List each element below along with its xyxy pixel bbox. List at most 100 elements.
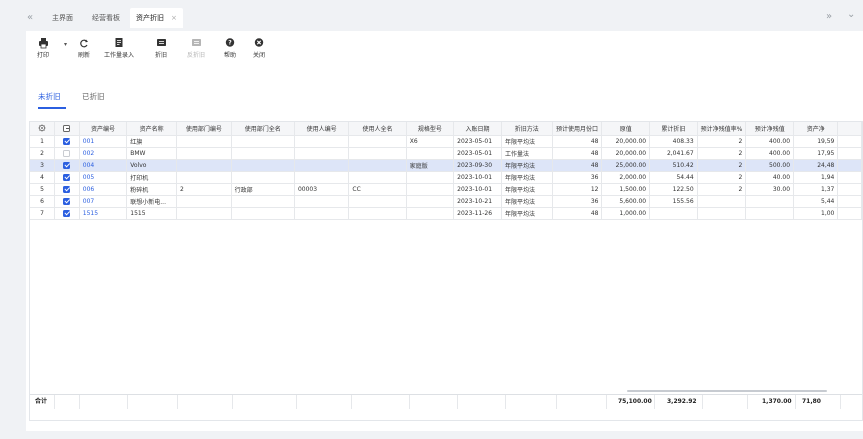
close-tab-icon[interactable]: × [171, 14, 177, 22]
cell-accum-depreciation: 510.42 [649, 159, 698, 172]
row-checkbox[interactable] [63, 161, 71, 169]
col-dept-name[interactable]: 使用部门全名 [231, 122, 295, 136]
cell-method: 年限平均法 [501, 183, 553, 196]
row-checkbox[interactable] [63, 173, 71, 181]
totals-separator [351, 395, 352, 409]
reverse-depreciate-label: 反折旧 [186, 52, 205, 59]
gear-icon[interactable] [38, 124, 46, 132]
cell-row-select[interactable] [54, 195, 80, 208]
select-all-cell[interactable] [54, 122, 80, 136]
cell-entry-date: 2023-10-01 [453, 183, 502, 196]
cell-row-select[interactable] [54, 171, 80, 184]
totals-separator [79, 395, 80, 409]
cell-asset-code[interactable]: 006 [79, 183, 128, 196]
cell-net-value: 1,94 [793, 171, 839, 184]
horizontal-scrollbar[interactable] [30, 389, 862, 393]
cell-dept-name: 行政部 [231, 183, 295, 196]
cell-filler [837, 171, 862, 184]
table-row[interactable]: 6 007 联想小新电... 2023-10-21 年限平均法 36 5,600.00 155… [30, 195, 862, 208]
close-button[interactable]: 关闭 [251, 37, 267, 59]
row-checkbox[interactable] [63, 149, 71, 157]
cell-user-code [294, 159, 350, 172]
cell-residual-rate: 2 [697, 159, 747, 172]
col-asset-code[interactable]: 资产编号 [79, 122, 128, 136]
col-user-code[interactable]: 使用人编号 [294, 122, 350, 136]
tab-dashboard[interactable]: 经营看板 [86, 8, 126, 28]
col-entry-date[interactable]: 入账日期 [453, 122, 502, 136]
cell-spec [406, 207, 455, 220]
cell-row-select[interactable] [54, 159, 80, 172]
col-original-value[interactable]: 原值 [601, 122, 651, 136]
table-row[interactable]: 7 1515 1515 2023-11-26 年限平均法 48 1,000.00 1,00 [30, 207, 862, 220]
row-checkbox[interactable] [63, 197, 71, 205]
table-row[interactable]: 5 006 粉碎机 2 行政部 00003 CC 2023-10-01 年限平均法 12 1,500… [30, 183, 862, 196]
col-method[interactable]: 折旧方法 [501, 122, 553, 136]
cell-asset-code[interactable]: 005 [79, 171, 128, 184]
col-dept-code[interactable]: 使用部门编号 [176, 122, 232, 136]
col-user-name[interactable]: 使用人全名 [348, 122, 407, 136]
cell-dept-name [231, 147, 295, 160]
select-all-checkbox[interactable] [63, 124, 71, 132]
close-circle-icon [254, 38, 264, 47]
column-settings-cell[interactable] [30, 122, 56, 136]
table-row[interactable]: 2 002 BMW 2023-05-01 工作量法 48 20,000.00 2,041.67… [30, 147, 862, 160]
tab-depreciated[interactable]: 已折旧 [82, 91, 105, 102]
col-accum-depreciation[interactable]: 累计折旧 [649, 122, 698, 136]
cell-method: 年限平均法 [501, 171, 553, 184]
reverse-depreciate-button[interactable]: 反折旧 [186, 37, 206, 59]
totals-separator [409, 395, 410, 409]
cell-asset-code[interactable]: 004 [79, 159, 128, 172]
cell-row-number: 3 [30, 159, 56, 172]
row-checkbox[interactable] [63, 185, 71, 193]
depreciate-button[interactable]: 折旧 [153, 37, 169, 59]
col-spec[interactable]: 规格型号 [406, 122, 455, 136]
cell-dept-name [231, 135, 295, 148]
cell-accum-depreciation [649, 207, 698, 220]
cell-row-select[interactable] [54, 147, 80, 160]
cell-asset-code[interactable]: 002 [79, 147, 128, 160]
refresh-button[interactable]: 刷新 [76, 37, 92, 59]
cell-asset-name: 联想小新电... [126, 195, 178, 208]
cell-filler [837, 159, 862, 172]
cell-spec [406, 171, 455, 184]
col-residual-value[interactable]: 预计净残值 [745, 122, 795, 136]
print-button[interactable]: 打印 [36, 37, 50, 59]
tab-scroll-left-icon[interactable]: « [27, 12, 33, 23]
cell-asset-code[interactable]: 007 [79, 195, 128, 208]
totals-separator [505, 395, 506, 409]
cell-user-name [348, 195, 407, 208]
workload-entry-label: 工作量录入 [104, 52, 135, 59]
col-asset-name[interactable]: 资产名称 [126, 122, 178, 136]
row-checkbox[interactable] [63, 209, 71, 217]
cell-row-select[interactable] [54, 135, 80, 148]
cell-residual-value: 40.00 [745, 171, 795, 184]
help-button[interactable]: ? 帮助 [222, 37, 238, 59]
tab-asset-depreciation[interactable]: 资产折旧 × [130, 8, 183, 28]
cell-row-number: 4 [30, 171, 56, 184]
tab-home[interactable]: 主界面 [46, 8, 79, 28]
scrollbar-thumb[interactable] [627, 390, 827, 392]
tab-not-depreciated[interactable]: 未折旧 [38, 91, 66, 109]
workload-entry-button[interactable]: 工作量录入 [104, 37, 134, 59]
col-residual-rate[interactable]: 预计净残值率% [697, 122, 747, 136]
cell-user-code: 00003 [294, 183, 350, 196]
col-net-value[interactable]: 资产净 [793, 122, 839, 136]
tab-scroll-right-icon[interactable]: » [826, 11, 832, 22]
cell-dept-code: 2 [176, 183, 232, 196]
cell-asset-code[interactable]: 1515 [79, 207, 128, 220]
tab-dropdown-icon[interactable]: ⌄ [847, 9, 855, 20]
cell-asset-code[interactable]: 001 [79, 135, 128, 148]
depreciate-icon [156, 39, 166, 46]
cell-row-select[interactable] [54, 207, 80, 220]
table-row[interactable]: 4 005 打印机 2023-10-01 年限平均法 36 2,000.00 54.44 2 40… [30, 171, 862, 184]
col-months[interactable]: 预计使用月份口 [552, 122, 603, 136]
print-dropdown-icon[interactable]: ▾ [64, 41, 67, 48]
cell-row-select[interactable] [54, 183, 80, 196]
cell-filler [837, 147, 862, 160]
row-checkbox[interactable] [63, 137, 71, 145]
table-row[interactable]: 3 004 Volvo 家庭版 2023-09-30 年限平均法 48 25,000.00 51… [30, 159, 862, 172]
totals-accum-depreciation: 3,292.92 [667, 398, 697, 405]
table-row[interactable]: 1 001 红旗 X6 2023-05-01 年限平均法 48 20,000.00 408.33… [30, 135, 862, 148]
printer-icon [38, 38, 48, 49]
cell-residual-value: 30.00 [745, 183, 795, 196]
